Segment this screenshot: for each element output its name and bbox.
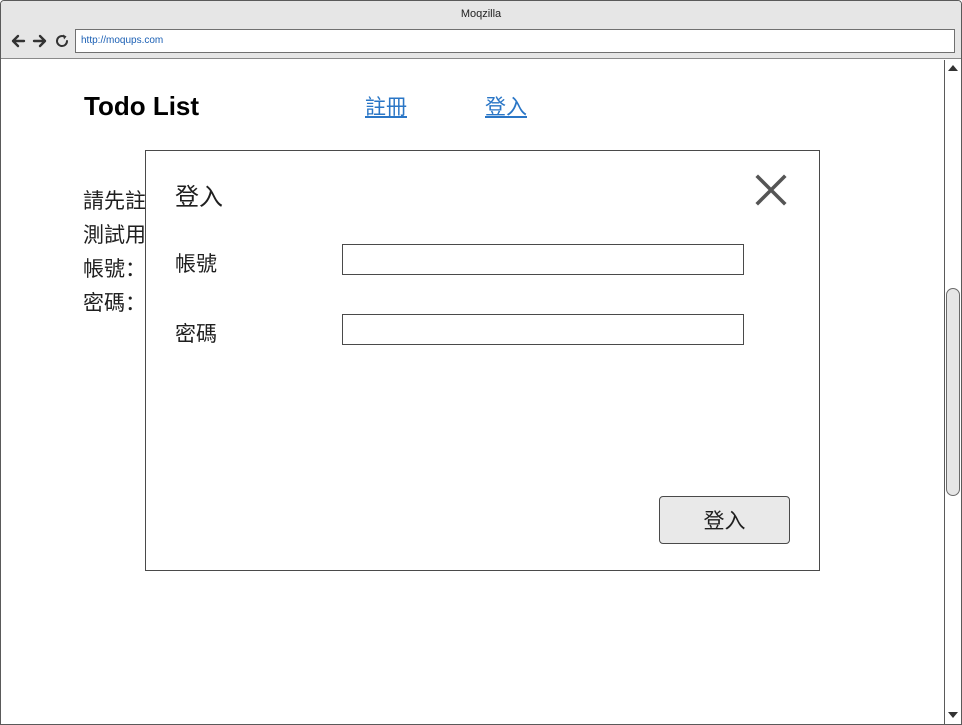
address-bar[interactable]: http://moqups.com: [75, 29, 955, 53]
triangle-down-icon: [948, 712, 958, 718]
browser-window: Moqzilla http://moqups.com Todo List 註冊 …: [0, 0, 962, 725]
info-line: 請先註: [83, 189, 146, 213]
arrow-left-icon: [11, 34, 26, 48]
close-icon: [755, 174, 787, 206]
info-line: 測試用: [83, 223, 146, 247]
info-line: 密碼：: [83, 291, 146, 315]
password-input[interactable]: [342, 314, 744, 345]
password-label: 密碼: [175, 322, 217, 346]
arrow-right-icon: [32, 34, 47, 48]
login-link[interactable]: 登入: [485, 91, 527, 121]
reload-button[interactable]: [53, 32, 71, 50]
scroll-down-button[interactable]: [945, 707, 961, 723]
reload-icon: [56, 34, 69, 47]
login-submit-button[interactable]: 登入: [659, 496, 790, 544]
browser-toolbar: http://moqups.com: [1, 23, 961, 59]
back-button[interactable]: [9, 32, 27, 50]
vertical-scrollbar[interactable]: [944, 60, 961, 724]
app-title: Todo List: [84, 91, 200, 121]
background-info: 請先註 測試用 帳號： 密碼：: [83, 184, 146, 320]
register-link[interactable]: 註冊: [365, 91, 407, 121]
scrollbar-thumb[interactable]: [946, 288, 960, 496]
info-line: 帳號：: [83, 257, 146, 281]
forward-button[interactable]: [31, 32, 49, 50]
login-modal: 登入 帳號 密碼 登入: [145, 150, 820, 571]
scroll-up-button[interactable]: [945, 60, 961, 76]
triangle-up-icon: [948, 65, 958, 71]
page-viewport: Todo List 註冊 登入 請先註 測試用 帳號： 密碼： 登入 帳號 密碼…: [1, 60, 944, 724]
account-label: 帳號: [175, 252, 217, 276]
close-button[interactable]: [753, 172, 789, 208]
modal-title: 登入: [175, 183, 223, 211]
account-input[interactable]: [342, 244, 744, 275]
